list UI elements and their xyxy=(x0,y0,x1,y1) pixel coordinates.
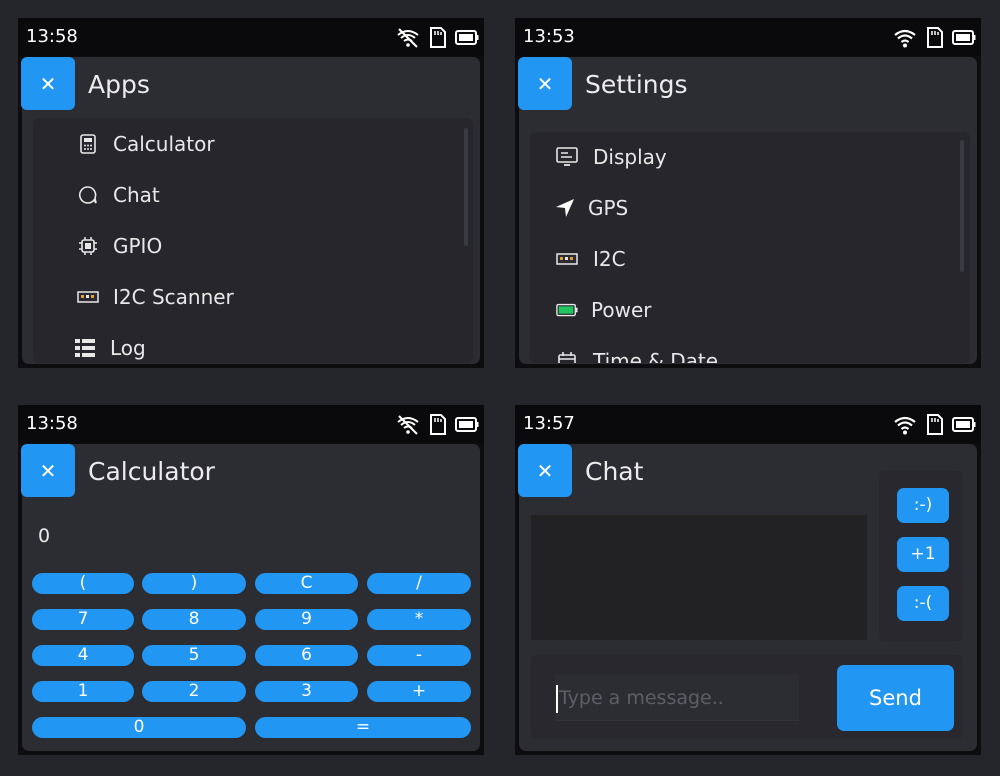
close-button[interactable]: ✕ xyxy=(21,57,75,110)
wifi-icon xyxy=(893,415,917,439)
calc-button-multiply[interactable]: * xyxy=(367,609,471,630)
list-item-chat[interactable]: Chat xyxy=(33,173,473,217)
sd-card-icon xyxy=(926,414,943,439)
list-item-log[interactable]: Log xyxy=(33,326,473,363)
battery-icon xyxy=(455,417,479,436)
list-item-gps[interactable]: GPS xyxy=(530,186,970,230)
calc-button-2[interactable]: 2 xyxy=(142,681,246,702)
wifi-off-icon xyxy=(396,27,420,53)
calc-button-3[interactable]: 3 xyxy=(255,681,358,702)
quick-reply-frown-button[interactable]: :-( xyxy=(897,586,949,621)
calc-button-1[interactable]: 1 xyxy=(32,681,134,702)
battery-icon xyxy=(952,417,976,436)
battery-icon xyxy=(952,30,976,49)
list-item-display[interactable]: Display xyxy=(530,135,970,179)
calc-button-close-paren[interactable]: ) xyxy=(142,573,246,594)
battery-icon xyxy=(556,299,578,321)
status-time: 13:58 xyxy=(26,26,78,47)
sd-card-icon xyxy=(429,414,446,439)
settings-list: Display GPS I2C Power Time & Date xyxy=(530,132,970,363)
calc-button-subtract[interactable]: - xyxy=(367,645,471,666)
wifi-off-icon xyxy=(396,414,420,440)
status-time: 13:57 xyxy=(523,413,575,434)
scrollbar[interactable] xyxy=(960,140,964,272)
sd-card-icon xyxy=(429,27,446,52)
close-button[interactable]: ✕ xyxy=(21,444,75,497)
list-item-label: I2C Scanner xyxy=(113,285,234,309)
scrollbar[interactable] xyxy=(464,128,468,246)
calc-button-9[interactable]: 9 xyxy=(255,609,358,630)
page-title: Settings xyxy=(585,70,688,99)
status-time: 13:58 xyxy=(26,413,78,434)
settings-screen: 13:53 ✕ Settings Display GPS I2C Power T… xyxy=(515,18,981,368)
calc-button-4[interactable]: 4 xyxy=(32,645,134,666)
close-button[interactable]: ✕ xyxy=(518,57,572,110)
calculator-screen: 13:58 ✕ Calculator 0 ( ) C / 7 8 9 * 4 5… xyxy=(18,405,484,755)
page-title: Apps xyxy=(88,70,150,99)
send-button[interactable]: Send xyxy=(837,665,954,731)
list-item-label: GPIO xyxy=(113,234,163,258)
chip-icon xyxy=(77,235,99,257)
calc-button-open-paren[interactable]: ( xyxy=(32,573,134,594)
calc-button-7[interactable]: 7 xyxy=(32,609,134,630)
calc-button-6[interactable]: 6 xyxy=(255,645,358,666)
status-time: 13:53 xyxy=(523,26,575,47)
chat-bubble-icon xyxy=(77,184,99,206)
list-item-label: Display xyxy=(593,145,667,169)
list-item-time-date[interactable]: Time & Date xyxy=(530,339,970,363)
page-title: Chat xyxy=(585,457,644,486)
sd-card-icon xyxy=(926,27,943,52)
i2c-bus-icon xyxy=(556,248,578,270)
list-item-label: GPS xyxy=(588,196,629,220)
apps-screen: 13:58 ✕ Apps Calculator Chat GPIO I2C Sc… xyxy=(18,18,484,368)
calc-button-divide[interactable]: / xyxy=(367,573,471,594)
list-item-power[interactable]: Power xyxy=(530,288,970,332)
status-bar: 13:53 xyxy=(515,18,981,56)
quick-reply-smile-button[interactable]: :-) xyxy=(897,488,949,523)
calc-button-5[interactable]: 5 xyxy=(142,645,246,666)
message-input[interactable] xyxy=(555,675,799,721)
list-item-label: Power xyxy=(591,298,652,322)
text-cursor xyxy=(556,685,558,713)
battery-icon xyxy=(455,30,479,49)
calc-button-8[interactable]: 8 xyxy=(142,609,246,630)
display-icon xyxy=(556,146,578,168)
list-item-label: Time & Date xyxy=(593,349,719,363)
quick-reply-plus-one-button[interactable]: +1 xyxy=(897,537,949,572)
close-button[interactable]: ✕ xyxy=(518,444,572,497)
list-item-label: Calculator xyxy=(113,132,215,156)
i2c-bus-icon xyxy=(77,286,99,308)
clock-icon xyxy=(556,350,578,363)
calculator-display: 0 xyxy=(38,525,51,547)
calc-button-clear[interactable]: C xyxy=(255,573,358,594)
list-item-gpio[interactable]: GPIO xyxy=(33,224,473,268)
page-title: Calculator xyxy=(88,457,215,486)
status-bar: 13:57 xyxy=(515,405,981,443)
calculator-window xyxy=(22,444,480,751)
list-item-i2c-scanner[interactable]: I2C Scanner xyxy=(33,275,473,319)
wifi-icon xyxy=(893,28,917,52)
status-bar: 13:58 xyxy=(18,405,484,443)
list-icon xyxy=(74,337,96,359)
chat-message-area[interactable] xyxy=(531,515,867,640)
navigation-arrow-icon xyxy=(554,197,576,219)
chat-screen: 13:57 ✕ Chat :-) +1 :-( Send xyxy=(515,405,981,755)
list-item-label: Chat xyxy=(113,183,160,207)
calculator-icon xyxy=(77,133,99,155)
list-item-label: I2C xyxy=(593,247,626,271)
list-item-i2c[interactable]: I2C xyxy=(530,237,970,281)
list-item-calculator[interactable]: Calculator xyxy=(33,122,473,166)
status-bar: 13:58 xyxy=(18,18,484,56)
calc-button-equals[interactable]: = xyxy=(255,717,471,738)
list-item-label: Log xyxy=(110,336,146,360)
calc-button-add[interactable]: + xyxy=(367,681,471,702)
calc-button-0[interactable]: 0 xyxy=(32,717,246,738)
app-list: Calculator Chat GPIO I2C Scanner Log xyxy=(33,118,473,363)
